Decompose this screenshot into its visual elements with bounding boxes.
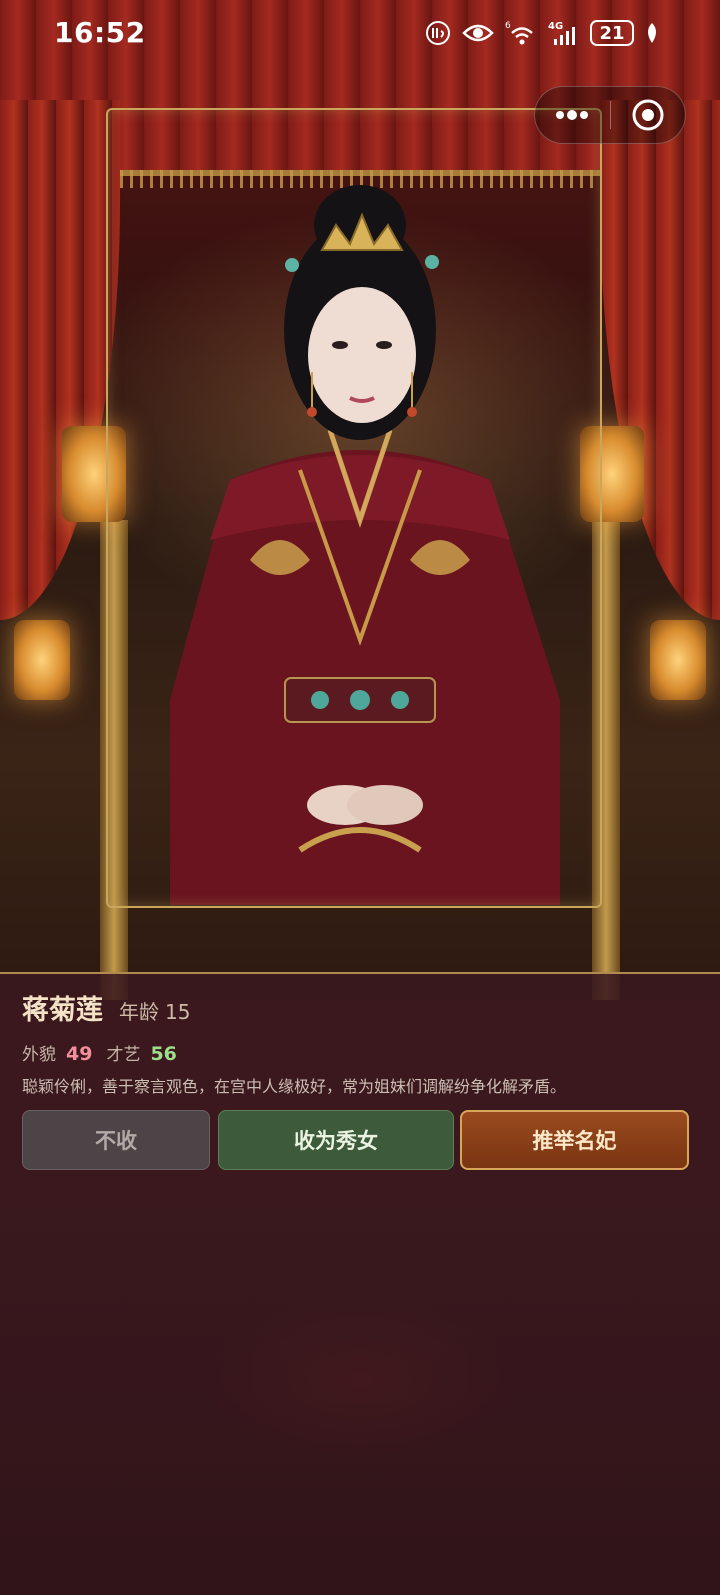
talent-value: 56 [150,1043,177,1065]
accept-label: 收为秀女 [294,1129,378,1153]
eye-icon [462,21,494,45]
reject-label: 不收 [95,1129,137,1153]
network-label: 4G [548,21,563,32]
reject-button[interactable]: 不收 [22,1110,210,1170]
mini-program-capsule [534,86,686,144]
stats-row: 外貌 49 才艺 56 [22,1040,191,1065]
action-buttons: 不收 收为秀女 推举名妃 [22,1110,689,1170]
recommend-label: 推举名妃 [532,1129,617,1153]
looks-value: 49 [66,1043,93,1065]
age-value: 15 [165,1000,191,1024]
more-button[interactable] [535,86,610,144]
target-circle-icon [632,99,664,131]
looks-label: 外貌 [22,1045,56,1065]
status-time: 16:52 [54,16,146,49]
signal-4g-icon: 4G [548,19,580,47]
wifi-icon: 6 [504,19,538,47]
battery-icon: 21 [590,20,634,46]
talent-label: 才艺 [106,1045,141,1065]
close-miniprogram-button[interactable] [611,86,686,144]
hd-icon [424,19,452,47]
candidate-description: 聪颖伶俐，善于察言观色，在宫中人缘极好，常为姐妹们调解纷争化解矛盾。 [22,1077,567,1096]
battery-level: 21 [599,22,625,44]
name-row: 蒋菊莲 年龄 15 [22,988,190,1027]
status-bar: 16:52 6 4G 21 [0,0,720,68]
wifi-badge: 6 [505,21,511,31]
age-label: 年龄 [119,1000,159,1024]
leaf-icon [644,21,660,45]
accept-as-maiden-button[interactable]: 收为秀女 [218,1110,454,1170]
candidate-name: 蒋菊莲 [22,995,103,1026]
portrait-frame [106,108,602,908]
more-dots-icon [556,110,589,120]
status-icons: 6 4G 21 [424,19,660,47]
recommend-consort-button[interactable]: 推举名妃 [460,1110,689,1170]
candidate-info-panel: 蒋菊莲 年龄 15 外貌 49 才艺 56 聪颖伶俐，善于察言观色，在宫中人缘极… [0,972,720,1595]
